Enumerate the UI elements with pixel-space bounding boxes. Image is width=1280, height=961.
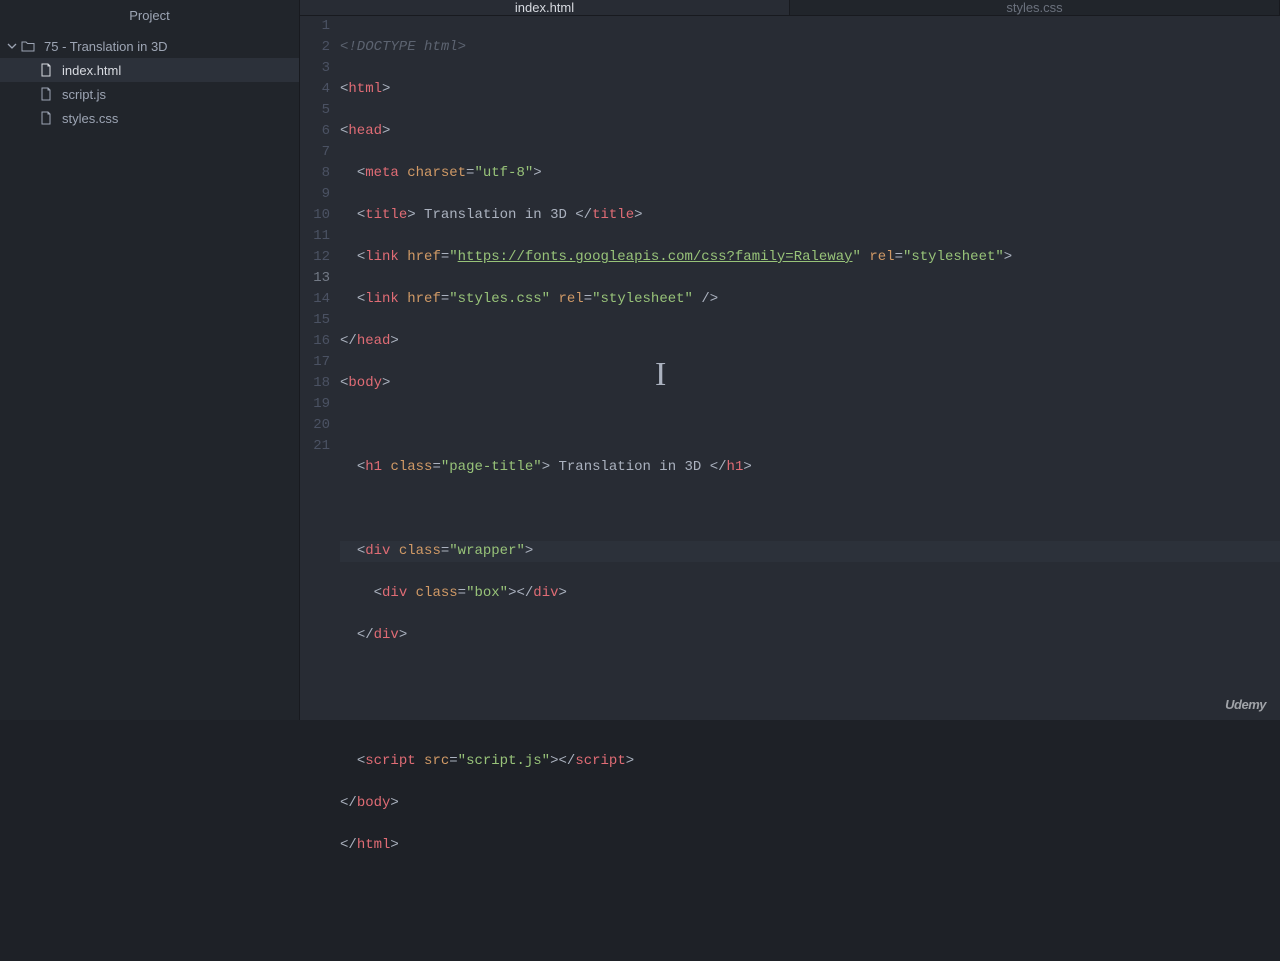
tab-index-html[interactable]: index.html [300,0,790,15]
file-item-index-html[interactable]: index.html [0,58,299,82]
file-icon [38,62,54,78]
editor-pane: index.html styles.css 123456789101112131… [300,0,1280,720]
file-label: script.js [62,87,106,102]
folder-label: 75 - Translation in 3D [44,39,168,54]
file-item-script-js[interactable]: script.js [0,82,299,106]
sidebar-title: Project [0,0,299,30]
folder-icon [20,38,36,54]
udemy-watermark: Udemy [1225,697,1266,712]
file-icon [38,110,54,126]
project-sidebar: Project 75 - Translation in 3D index.htm… [0,0,300,720]
code-editor[interactable]: 123456789101112131415161718192021 <!DOCT… [300,16,1280,961]
file-tree: 75 - Translation in 3D index.html script… [0,30,299,130]
text-cursor-icon: I [655,356,657,394]
code-area[interactable]: <!DOCTYPE html> <html> <head> <meta char… [340,16,1280,961]
line-gutter: 123456789101112131415161718192021 [300,16,340,961]
file-item-styles-css[interactable]: styles.css [0,106,299,130]
chevron-down-icon [6,40,18,52]
file-label: styles.css [62,111,118,126]
app-root: Project 75 - Translation in 3D index.htm… [0,0,1280,720]
file-icon [38,86,54,102]
tab-bar: index.html styles.css [300,0,1280,16]
folder-root[interactable]: 75 - Translation in 3D [0,34,299,58]
tab-styles-css[interactable]: styles.css [790,0,1280,15]
file-label: index.html [62,63,121,78]
